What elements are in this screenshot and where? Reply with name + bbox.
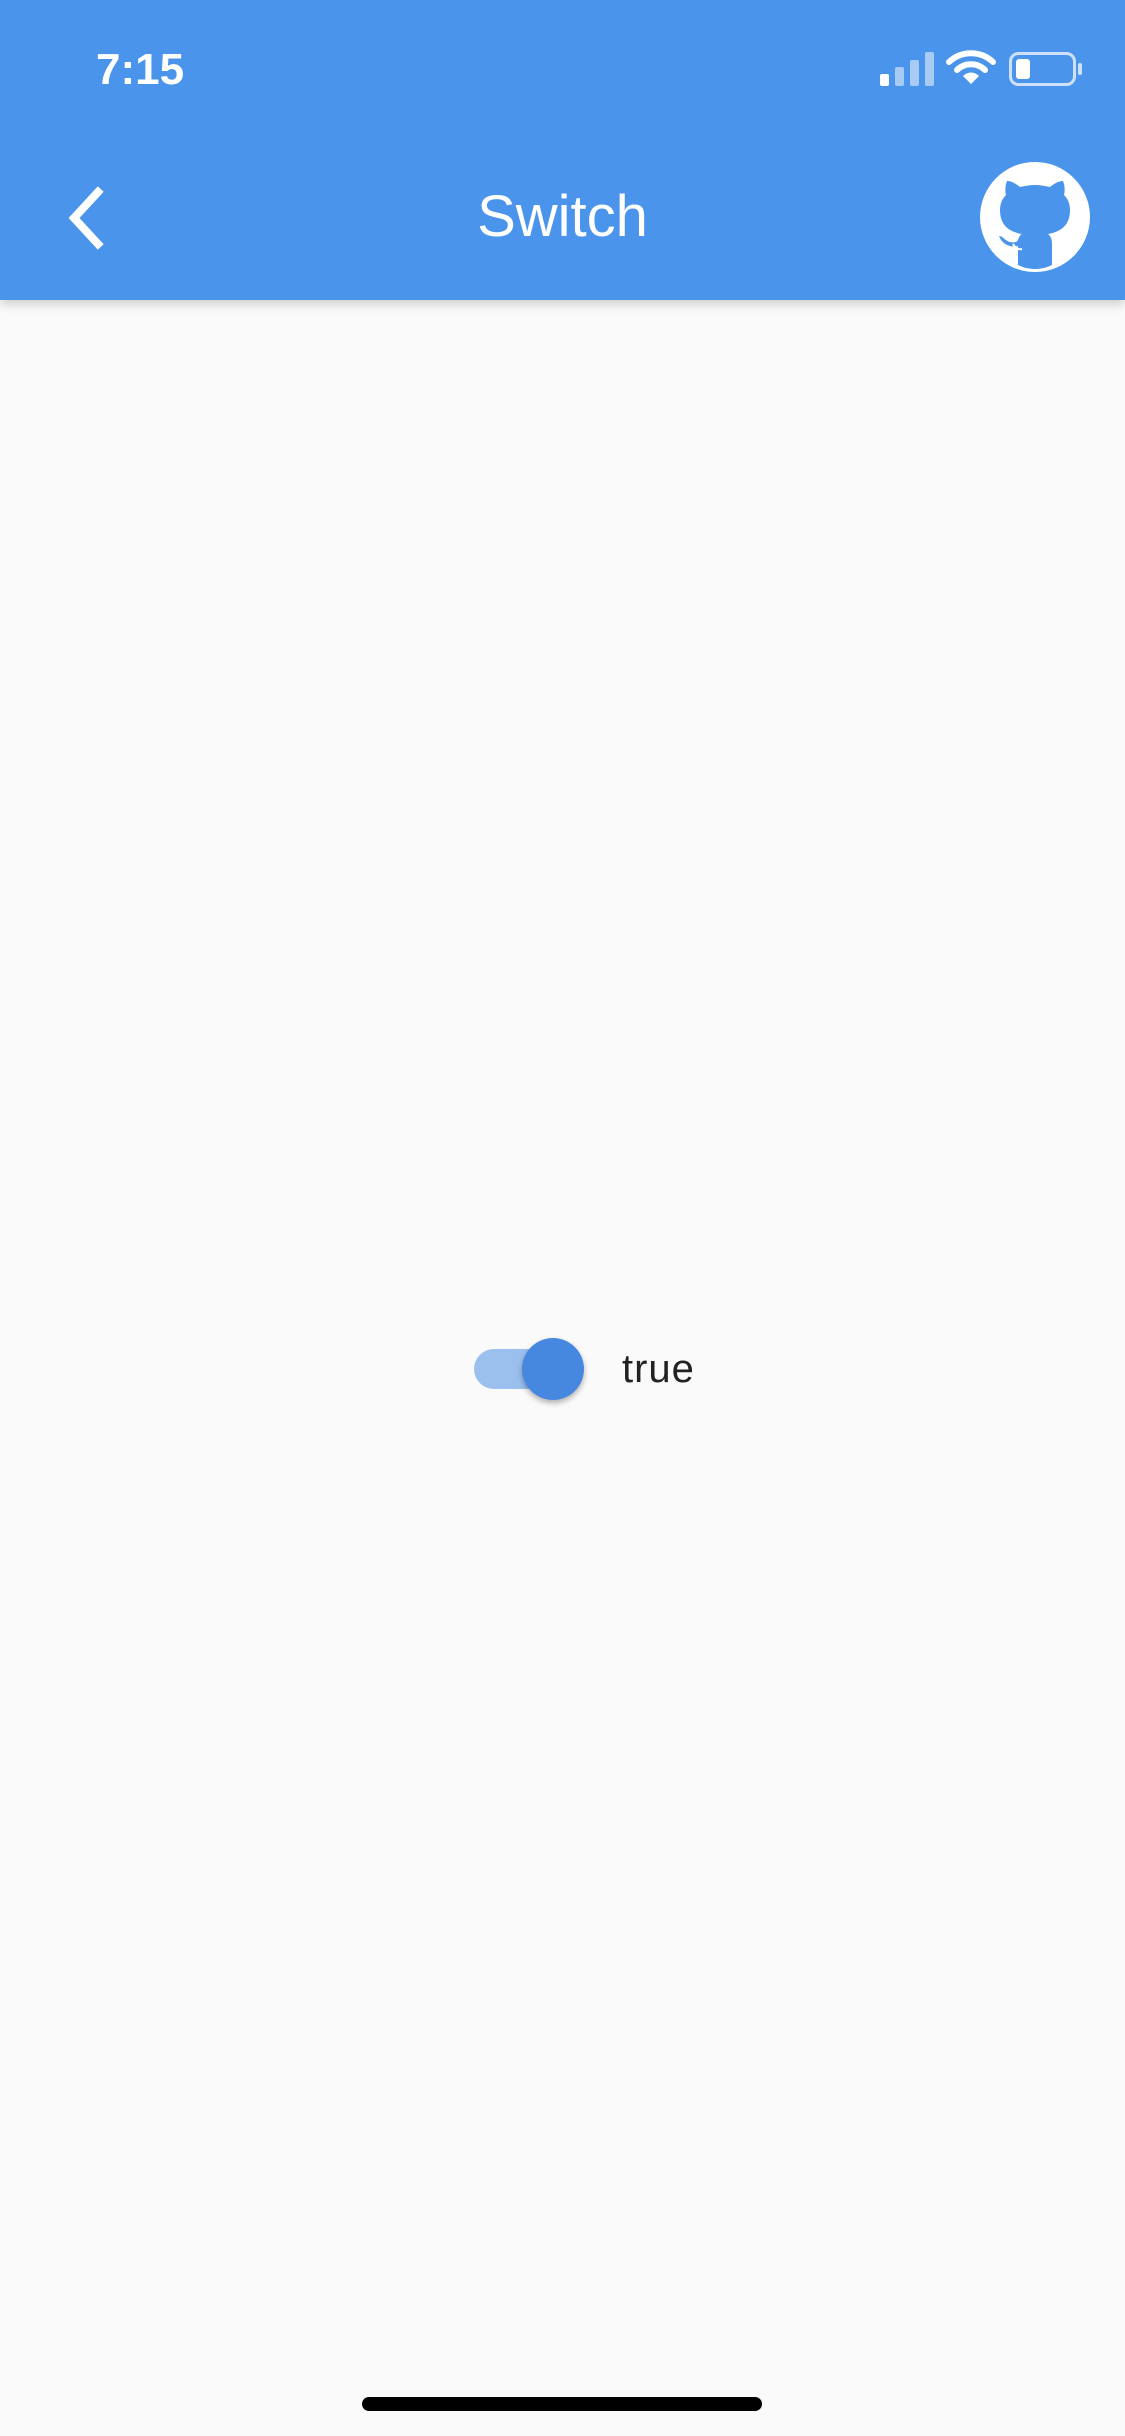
- wifi-icon: [946, 50, 996, 84]
- github-button[interactable]: [980, 162, 1090, 272]
- toggle-switch[interactable]: [474, 1337, 584, 1401]
- battery-icon: [1009, 52, 1082, 86]
- switch-value-label: true: [622, 1347, 695, 1391]
- page-title: Switch: [477, 184, 648, 249]
- switch-thumb: [522, 1338, 584, 1400]
- app-bar: 7:15 Switch: [0, 0, 1125, 300]
- status-time: 7:15: [96, 45, 185, 94]
- switch-row: true: [474, 1337, 695, 1401]
- github-icon: [980, 162, 1090, 272]
- cellular-signal-icon: [880, 52, 934, 86]
- home-indicator: [362, 2397, 762, 2411]
